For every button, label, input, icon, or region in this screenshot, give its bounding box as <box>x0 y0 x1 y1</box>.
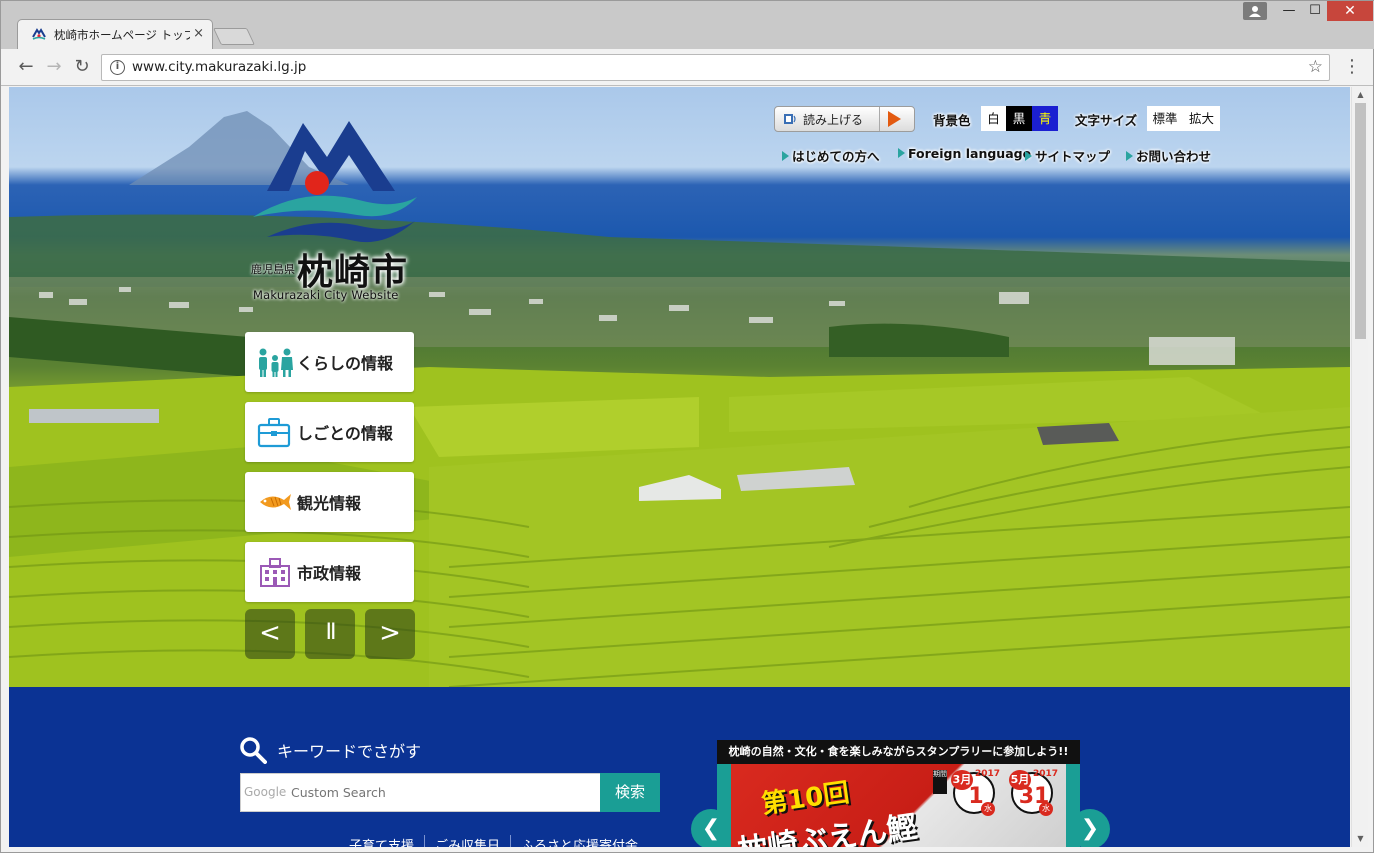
browser-window: 枕崎市ホームページ トップペ × — ☐ ✕ ← → ↻ i www.city.… <box>0 0 1374 853</box>
tab-close-icon[interactable]: × <box>193 26 204 41</box>
category-work[interactable]: しごとの情報 <box>245 402 414 462</box>
speaker-book-icon <box>784 114 796 124</box>
logo-prefecture: 鹿児島県 <box>251 263 295 276</box>
read-aloud-label: 読み上げる <box>803 113 864 127</box>
slide-pause-button[interactable]: II <box>305 609 355 659</box>
quick-link-garbage[interactable]: ごみ収集日 <box>424 835 510 847</box>
category-city-admin[interactable]: 市政情報 <box>245 542 414 602</box>
slide-next-button[interactable]: > <box>365 609 415 659</box>
vertical-scrollbar[interactable]: ▲ ▼ <box>1351 87 1368 847</box>
browser-menu-icon[interactable]: ⋮ <box>1343 56 1361 78</box>
font-standard-button[interactable]: 標準 <box>1147 106 1183 131</box>
hero-slideshow: 鹿児島県 枕崎市 Makurazaki City Website 読み上げる 背… <box>9 87 1350 687</box>
logo-english-name: Makurazaki City Website <box>253 288 399 302</box>
link-contact[interactable]: お問い合わせ <box>1126 146 1211 165</box>
arrow-right-icon <box>898 148 905 158</box>
bg-color-label: 背景色 <box>933 113 971 128</box>
bookmark-star-icon[interactable]: ☆ <box>1308 57 1323 77</box>
tab-strip: 枕崎市ホームページ トップペ × — ☐ ✕ <box>1 1 1374 49</box>
search-title: キーワードでさがす <box>277 742 422 761</box>
address-bar[interactable]: i www.city.makurazaki.lg.jp ☆ <box>101 54 1330 81</box>
maximize-button[interactable]: ☐ <box>1301 1 1329 21</box>
browser-toolbar: ← → ↻ i www.city.makurazaki.lg.jp ☆ ⋮ <box>1 49 1373 86</box>
quick-link-hometown-tax[interactable]: ふるさと応援寄付金 <box>510 835 648 847</box>
banner-prev-button[interactable]: ❮ <box>691 809 731 847</box>
new-tab-button[interactable] <box>213 28 255 45</box>
category-label: しごとの情報 <box>297 424 393 443</box>
browser-tab[interactable]: 枕崎市ホームページ トップペ × <box>17 19 213 49</box>
close-window-button[interactable]: ✕ <box>1327 1 1373 21</box>
forward-icon[interactable]: → <box>43 56 65 78</box>
reload-icon[interactable]: ↻ <box>71 56 93 78</box>
end-year: 2017 <box>1033 769 1059 779</box>
url-text[interactable]: www.city.makurazaki.lg.jp <box>132 59 306 75</box>
family-icon <box>259 348 293 377</box>
briefcase-icon <box>257 418 291 448</box>
banner-headline: 枕崎の自然・文化・食を楽しみながらスタンプラリーに参加しよう!! <box>717 740 1080 764</box>
search-button[interactable]: 検索 <box>600 773 660 812</box>
font-large-button[interactable]: 拡大 <box>1183 106 1220 131</box>
start-year: 2017 <box>975 769 1001 779</box>
site-info-icon[interactable]: i <box>110 60 125 75</box>
play-icon[interactable] <box>888 111 901 127</box>
bg-black-button[interactable]: 黒 <box>1006 106 1032 131</box>
font-size-label: 文字サイズ <box>1075 113 1138 128</box>
category-label: 観光情報 <box>297 494 362 513</box>
category-label: くらしの情報 <box>297 354 394 373</box>
user-profile-icon[interactable] <box>1243 2 1267 20</box>
link-first-visitors[interactable]: はじめての方へ <box>782 146 880 165</box>
banner-period-label: 期間 <box>933 770 947 794</box>
category-living[interactable]: くらしの情報 <box>245 332 414 392</box>
link-label: はじめての方へ <box>792 149 880 164</box>
scroll-thumb[interactable] <box>1355 103 1366 339</box>
hero-landscape-image <box>9 111 1350 687</box>
link-label: お問い合わせ <box>1136 149 1212 164</box>
search-box: Google <box>240 773 601 812</box>
link-foreign-language[interactable]: Foreign language <box>898 146 1031 161</box>
bg-blue-button[interactable]: 青 <box>1032 106 1058 131</box>
read-aloud-button[interactable]: 読み上げる <box>774 106 915 132</box>
city-hall-icon <box>260 558 290 587</box>
category-tourism[interactable]: 観光情報 <box>245 472 414 532</box>
link-sitemap[interactable]: サイトマップ <box>1025 146 1110 165</box>
scroll-down-icon[interactable]: ▼ <box>1352 831 1369 847</box>
magnifier-icon <box>240 737 267 764</box>
page-viewport: 鹿児島県 枕崎市 Makurazaki City Website 読み上げる 背… <box>9 87 1350 847</box>
site-favicon-icon <box>32 28 46 40</box>
arrow-right-icon <box>782 151 789 161</box>
slide-prev-button[interactable]: < <box>245 609 295 659</box>
link-label: サイトマップ <box>1035 149 1111 164</box>
category-label: 市政情報 <box>297 564 362 583</box>
bg-white-button[interactable]: 白 <box>981 106 1006 131</box>
search-section <box>9 687 1350 847</box>
minimize-button[interactable]: — <box>1275 1 1303 21</box>
arrow-right-icon <box>1025 151 1032 161</box>
link-label: Foreign language <box>908 146 1032 161</box>
arrow-right-icon <box>1126 151 1133 161</box>
stamp-rally-banner[interactable]: 枕崎の自然・文化・食を楽しみながらスタンプラリーに参加しよう!! 第10回 枕崎… <box>717 740 1080 847</box>
start-weekday: 水 <box>981 802 995 816</box>
quick-links: 子育て支援 ごみ収集日 ふるさと応援寄付金 <box>339 835 648 847</box>
end-date-badge: 5月 2017 31 水 <box>1009 769 1058 816</box>
start-date-badge: 3月 2017 1 水 <box>951 769 1000 816</box>
end-weekday: 水 <box>1039 802 1053 816</box>
banner-next-button[interactable]: ❯ <box>1070 809 1110 847</box>
quick-link-childcare[interactable]: 子育て支援 <box>339 835 424 847</box>
banner-image: 第10回 枕崎ぶえん鰹 期間 3月 2017 1 水 5月 2017 31 水 <box>731 764 1066 847</box>
back-icon[interactable]: ← <box>15 56 37 78</box>
tab-title: 枕崎市ホームページ トップペ <box>54 28 190 42</box>
fish-icon <box>260 494 291 510</box>
search-input[interactable] <box>241 774 600 811</box>
read-aloud-divider <box>879 107 880 131</box>
scroll-up-icon[interactable]: ▲ <box>1352 87 1369 103</box>
